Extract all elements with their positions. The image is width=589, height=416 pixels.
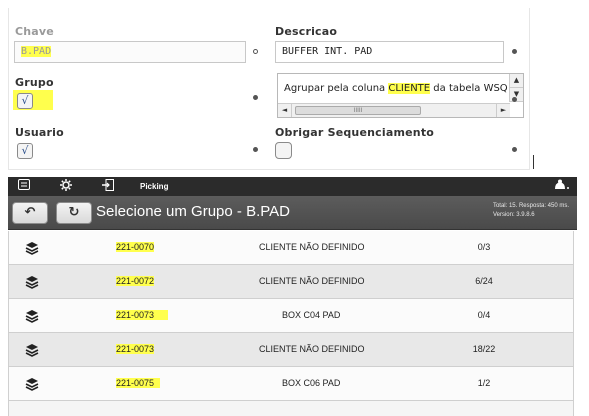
- grupo-text: Agrupar pela coluna CLIENTE da tabela WS…: [284, 83, 508, 94]
- descricao-label: Descricao: [275, 25, 338, 38]
- group-progress: 6/24: [475, 276, 493, 286]
- layers-icon: [25, 241, 39, 257]
- group-progress: 0/3: [477, 242, 491, 252]
- refresh-icon: ↻: [68, 205, 80, 220]
- group-description: BOX C04 PAD: [282, 310, 341, 320]
- scroll-right-icon[interactable]: ►: [496, 104, 510, 117]
- group-description: CLIENTE NÃO DEFINIDO: [259, 242, 365, 252]
- scroll-up-icon[interactable]: ▲: [510, 74, 523, 88]
- group-code: 221-0073: [116, 344, 155, 354]
- group-progress: 0/4: [477, 310, 491, 320]
- user-icon[interactable]: [553, 179, 571, 194]
- group-description: CLIENTE NÃO DEFINIDO: [259, 344, 365, 354]
- scroll-left-icon[interactable]: ◄: [278, 104, 292, 117]
- descricao-input[interactable]: BUFFER INT. PAD: [275, 41, 504, 63]
- toolbar-label: Picking: [140, 182, 169, 191]
- usuario-label: Usuario: [15, 126, 64, 139]
- grupo-text-indicator-icon: [512, 97, 517, 102]
- header-info: Total: 15. Resposta: 450 ms. Version: 3.…: [493, 202, 569, 220]
- page-header: ↶ ↻ Selecione um Grupo - B.PAD Total: 15…: [8, 196, 577, 230]
- layers-icon: [25, 343, 39, 359]
- horizontal-scrollbar[interactable]: ◄ IIIII ►: [278, 103, 510, 117]
- app-toolbar: Picking: [8, 177, 577, 196]
- scroll-thumb[interactable]: IIIII: [295, 106, 421, 115]
- chave-value: B.PAD: [21, 46, 52, 57]
- group-description: BOX C06 PAD: [282, 378, 341, 388]
- back-button[interactable]: ↶: [12, 202, 48, 224]
- text-cursor: [533, 155, 534, 169]
- version-info: Version: 3.9.8.6: [492, 212, 535, 218]
- layers-icon: [25, 275, 39, 291]
- usuario-indicator-icon: [253, 147, 258, 152]
- logout-icon[interactable]: [100, 179, 116, 194]
- list-next-row: [8, 401, 574, 416]
- chave-input[interactable]: B.PAD: [14, 41, 246, 63]
- refresh-button[interactable]: ↻: [56, 202, 92, 224]
- back-icon: ↶: [24, 205, 36, 220]
- group-code: 221-0073: [116, 310, 169, 320]
- form-panel: Chave B.PAD Descricao BUFFER INT. PAD Gr…: [8, 8, 530, 170]
- grupo-label: Grupo: [15, 76, 54, 89]
- group-progress: 1/2: [477, 378, 491, 388]
- group-list: 221-0070 CLIENTE NÃO DEFINIDO 0/3 221-00…: [8, 231, 574, 401]
- grupo-checkbox[interactable]: √: [17, 93, 33, 109]
- usuario-checkbox[interactable]: √: [17, 143, 33, 159]
- obrigar-indicator-icon: [512, 147, 517, 152]
- layers-icon: [25, 309, 39, 325]
- group-progress: 18/22: [472, 344, 496, 354]
- descricao-indicator-icon: [512, 49, 517, 54]
- group-description: CLIENTE NÃO DEFINIDO: [259, 276, 365, 286]
- gear-icon[interactable]: [58, 179, 74, 194]
- page-title: Selecione um Grupo - B.PAD: [96, 203, 290, 220]
- layers-icon: [25, 377, 39, 393]
- grupo-indicator-icon: [253, 95, 258, 100]
- list-item[interactable]: 221-0073 BOX C04 PAD 0/4: [8, 299, 574, 333]
- chave-label: Chave: [15, 25, 54, 38]
- group-code: 221-0072: [116, 276, 155, 286]
- obrigar-label: Obrigar Sequenciamento: [275, 126, 435, 139]
- obrigar-checkbox[interactable]: [275, 142, 292, 159]
- group-code: 221-0075: [116, 378, 161, 388]
- grupo-textarea[interactable]: Agrupar pela coluna CLIENTE da tabela WS…: [277, 73, 524, 118]
- list-item[interactable]: 221-0072 CLIENTE NÃO DEFINIDO 6/24: [8, 265, 574, 299]
- list-item[interactable]: 221-0075 BOX C06 PAD 1/2: [8, 367, 574, 401]
- chave-indicator-icon: [253, 49, 258, 54]
- response-info: Total: 15. Resposta: 450 ms.: [492, 203, 569, 209]
- group-code: 221-0070: [116, 242, 155, 252]
- menu-icon[interactable]: [16, 179, 32, 194]
- list-item[interactable]: 221-0070 CLIENTE NÃO DEFINIDO 0/3: [8, 231, 574, 265]
- list-item[interactable]: 221-0073 CLIENTE NÃO DEFINIDO 18/22: [8, 333, 574, 367]
